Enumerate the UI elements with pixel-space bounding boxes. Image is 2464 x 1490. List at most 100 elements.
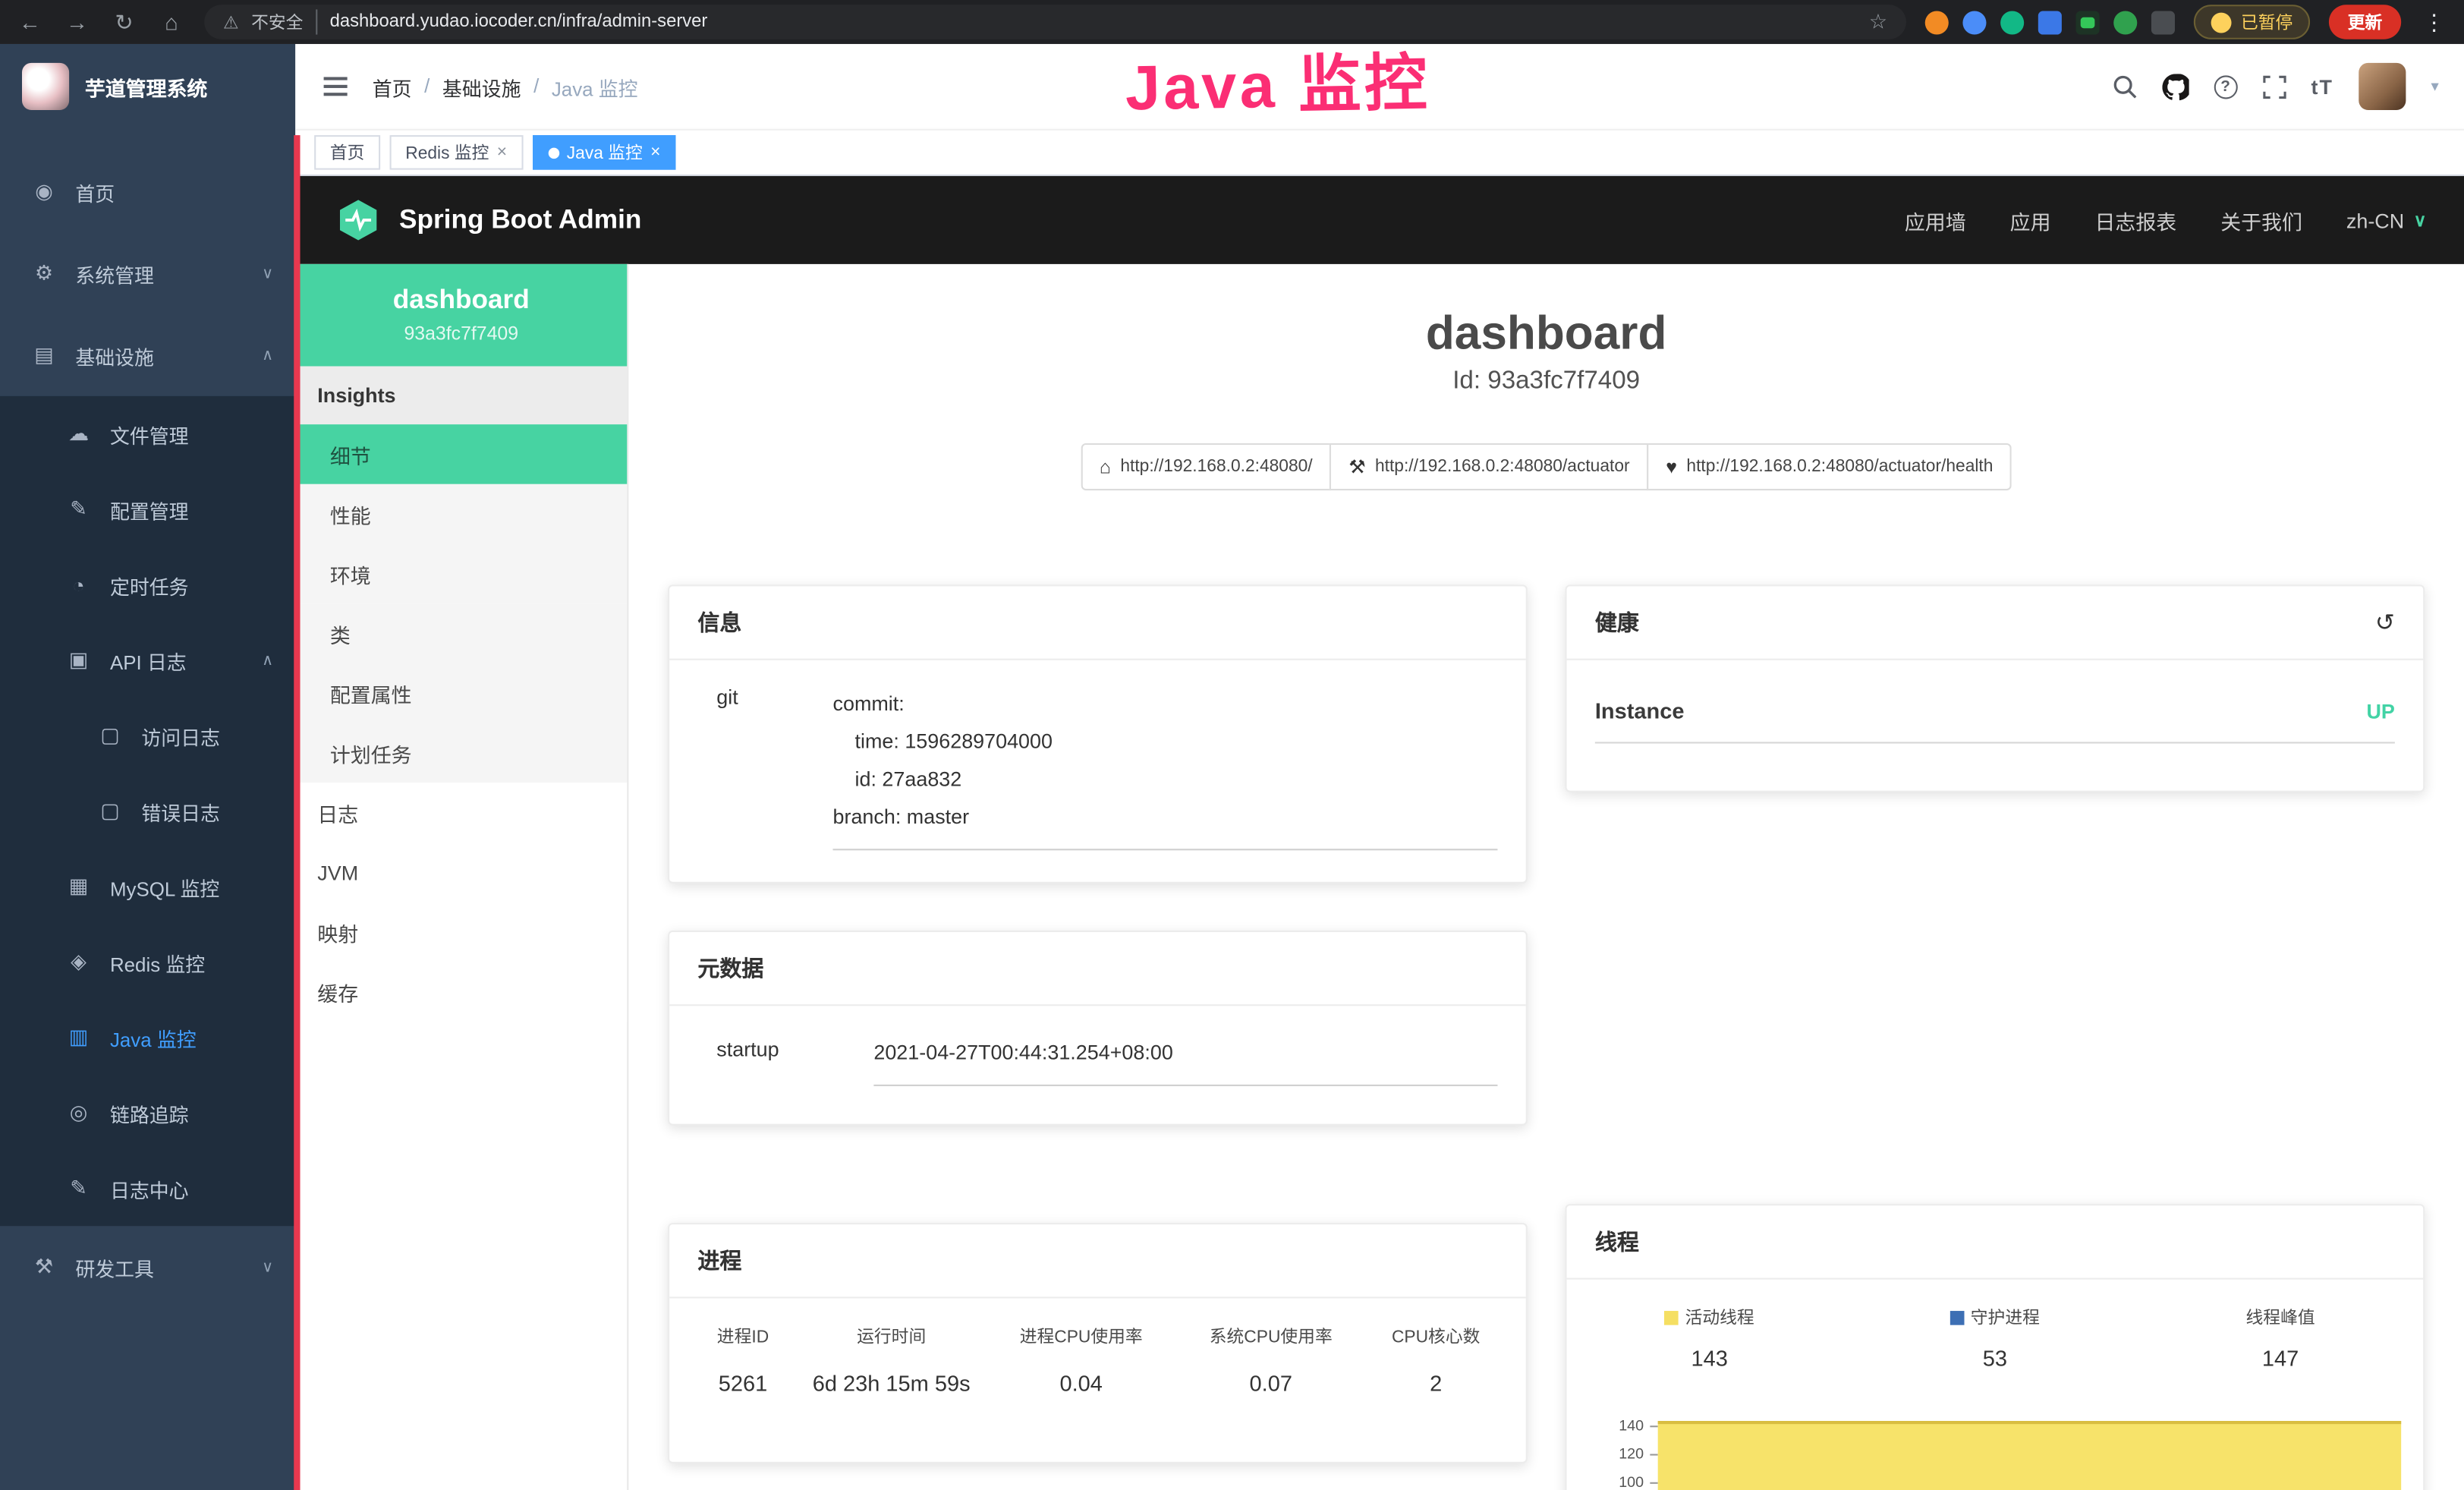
tab-home[interactable]: 首页	[314, 135, 380, 170]
link-health[interactable]: ♥ http://192.168.0.2:48080/actuator/heal…	[1647, 443, 2012, 490]
sba-item-details[interactable]: 细节	[295, 424, 627, 484]
extension-icon-4[interactable]	[2038, 10, 2062, 33]
document-icon: ▢	[97, 723, 122, 748]
sba-nav-applications[interactable]: 应用	[2010, 205, 2051, 235]
address-bar[interactable]: ⚠ 不安全 dashboard.yudao.iocoder.cn/infra/a…	[204, 5, 1906, 39]
sidebar-item-redis[interactable]: ◈ Redis 监控	[0, 925, 295, 1000]
live-threads-area-series	[1658, 1421, 2401, 1490]
tab-close-icon[interactable]: ×	[650, 143, 660, 162]
link-home[interactable]: ⌂ http://192.168.0.2:48080/	[1081, 443, 1331, 490]
home-button[interactable]: ⌂	[157, 9, 185, 34]
tab-java[interactable]: Java 监控 ×	[532, 135, 676, 170]
screen: ← → ↻ ⌂ ⚠ 不安全 dashboard.yudao.iocoder.cn…	[0, 0, 2464, 1490]
breadcrumb-item-home[interactable]: 首页	[373, 71, 412, 101]
locale-select[interactable]: zh-CN ∨	[2346, 208, 2426, 232]
update-button[interactable]: 更新	[2329, 5, 2401, 39]
history-icon[interactable]: ↺	[2375, 608, 2395, 636]
sba-item-performance[interactable]: 性能	[295, 484, 627, 544]
paused-label: 已暂停	[2241, 9, 2292, 34]
process-col-value: 0.04	[982, 1368, 1180, 1399]
sba-frame: Spring Boot Admin 应用墙 应用 日志报表 关于我们 zh-CN…	[295, 176, 2464, 1490]
sba-item-logs[interactable]: 日志	[295, 783, 627, 843]
sidebar: 芋道管理系统 ◉ 首页 ⚙ 系统管理 ∨ ▤ 基础设施 ∧	[0, 44, 295, 1490]
smiley-icon	[2211, 12, 2232, 33]
annotation-highlight-line	[294, 135, 300, 1490]
main-column: 首页 / 基础设施 / Java 监控 ?	[295, 44, 2464, 1490]
sba-brand: Spring Boot Admin	[399, 204, 641, 235]
instance-header[interactable]: dashboard 93a3fc7f7409	[295, 264, 627, 367]
search-icon[interactable]	[2112, 74, 2137, 99]
info-body: git commit: time: 1596289704000 id: 27aa…	[669, 660, 1526, 882]
health-status-badge: UP	[2366, 698, 2394, 722]
infrastructure-icon: ▤	[31, 342, 56, 367]
extensions-puzzle-icon[interactable]	[2151, 10, 2175, 33]
instance-id: 93a3fc7f7409	[305, 323, 618, 345]
sidebar-item-system[interactable]: ⚙ 系统管理 ∨	[0, 232, 295, 314]
document-icon: ▢	[97, 799, 122, 824]
sba-nav-wall[interactable]: 应用墙	[1905, 205, 1966, 235]
sidebar-item-config[interactable]: ✎ 配置管理	[0, 471, 295, 547]
health-instance-label: Instance	[1595, 698, 1685, 723]
bookmark-star-icon[interactable]: ☆	[1869, 9, 1887, 34]
reload-button[interactable]: ↻	[110, 8, 138, 35]
paused-badge[interactable]: 已暂停	[2194, 5, 2310, 39]
sidebar-item-label: Redis 监控	[110, 947, 205, 977]
font-size-icon[interactable]: tT	[2311, 74, 2333, 98]
app-logo-row[interactable]: 芋道管理系统	[0, 44, 295, 129]
sidebar-item-file[interactable]: ☁ 文件管理	[0, 396, 295, 471]
back-button[interactable]: ←	[16, 9, 44, 34]
card-title: 进程	[669, 1224, 1526, 1298]
sidebar-item-label: API 日志	[110, 645, 187, 675]
legend-live-threads: 活动线程 143	[1567, 1305, 1852, 1371]
sidebar-item-access-log[interactable]: ▢ 访问日志	[0, 698, 295, 773]
home-icon: ⌂	[1100, 456, 1111, 478]
link-actuator[interactable]: ⚒ http://192.168.0.2:48080/actuator	[1330, 443, 1648, 490]
sba-item-jvm[interactable]: JVM	[295, 843, 627, 903]
dashboard-icon: ◉	[31, 179, 56, 204]
sba-nav-journal[interactable]: 日志报表	[2095, 205, 2177, 235]
sba-item-environment[interactable]: 环境	[295, 543, 627, 603]
sba-item-scheduled-tasks[interactable]: 计划任务	[295, 723, 627, 783]
wrench-icon: ⚒	[1348, 456, 1365, 478]
browser-menu-kebab-icon[interactable]: ⋮	[2420, 8, 2448, 35]
extension-icon-6[interactable]	[2113, 10, 2137, 33]
sidebar-item-trace[interactable]: ◎ 链路追踪	[0, 1075, 295, 1150]
fullscreen-icon[interactable]	[2262, 74, 2286, 98]
extension-icon-3[interactable]	[2000, 10, 2024, 33]
app-shell: 芋道管理系统 ◉ 首页 ⚙ 系统管理 ∨ ▤ 基础设施 ∧	[0, 44, 2464, 1490]
avatar-caret-icon[interactable]: ▾	[2431, 78, 2438, 96]
user-avatar[interactable]	[2359, 63, 2406, 110]
sidebar-item-error-log[interactable]: ▢ 错误日志	[0, 773, 295, 849]
github-icon[interactable]	[2162, 73, 2189, 99]
sidebar-item-api-log[interactable]: ▣ API 日志 ∧	[0, 622, 295, 698]
tab-close-icon[interactable]: ×	[497, 143, 507, 162]
breadcrumb-item-infra[interactable]: 基础设施	[442, 71, 521, 101]
sidebar-item-job[interactable]: ◔ 定时任务	[0, 547, 295, 622]
info-line: time: 1596289704000	[833, 723, 1498, 761]
hamburger-button[interactable]	[320, 71, 350, 102]
instance-id-line: Id: 93a3fc7f7409	[668, 368, 2425, 396]
sidebar-item-dev-tools[interactable]: ⚒ 研发工具 ∨	[0, 1226, 295, 1308]
sidebar-item-log-center[interactable]: ✎ 日志中心	[0, 1151, 295, 1226]
sba-item-caches[interactable]: 缓存	[295, 962, 627, 1022]
sba-item-classes[interactable]: 类	[295, 603, 627, 663]
sidebar-item-mysql[interactable]: ▦ MySQL 监控	[0, 849, 295, 924]
clock-icon: ◔	[66, 573, 91, 597]
sba-item-config-props[interactable]: 配置属性	[295, 663, 627, 723]
tab-redis[interactable]: Redis 监控 ×	[390, 135, 523, 170]
sba-item-mappings[interactable]: 映射	[295, 903, 627, 962]
extension-icon-2[interactable]	[1962, 10, 1986, 33]
sba-nav-about[interactable]: 关于我们	[2220, 205, 2302, 235]
card-header: 健康 ↺	[1567, 586, 2424, 660]
extension-icon-5[interactable]	[2076, 10, 2100, 33]
sidebar-item-java[interactable]: ▥ Java 监控	[0, 1000, 295, 1075]
forward-button[interactable]: →	[63, 9, 91, 34]
help-icon[interactable]: ?	[2214, 74, 2237, 98]
extension-icon-1[interactable]	[1925, 10, 1949, 33]
sidebar-item-infra[interactable]: ▤ 基础设施 ∧	[0, 314, 295, 396]
health-card: 健康 ↺ Instance UP	[1566, 584, 2425, 792]
sidebar-item-label: 基础设施	[75, 340, 154, 370]
sidebar-item-home[interactable]: ◉ 首页	[0, 151, 295, 233]
tools-icon: ⚒	[31, 1254, 56, 1279]
process-col-value: 0.07	[1180, 1368, 1361, 1399]
